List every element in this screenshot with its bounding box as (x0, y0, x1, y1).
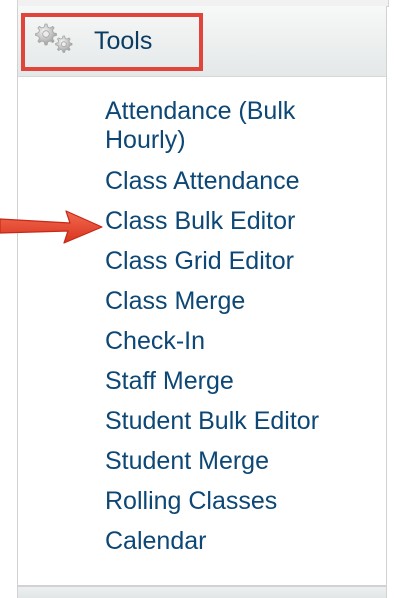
menu-item-class-grid-editor[interactable]: Class Grid Editor (105, 246, 375, 276)
tools-menu-list: Attendance (Bulk Hourly) Class Attendanc… (105, 97, 375, 566)
menu-item-calendar[interactable]: Calendar (105, 526, 375, 556)
red-arrow-icon (0, 210, 103, 244)
menu-item-check-in[interactable]: Check-In (105, 326, 375, 356)
menu-item-student-bulk-editor[interactable]: Student Bulk Editor (105, 406, 375, 436)
menu-item-class-attendance[interactable]: Class Attendance (105, 166, 375, 196)
bottom-panel-edge (17, 586, 387, 598)
tools-panel-header[interactable]: Tools (18, 6, 386, 77)
tools-highlight-box (21, 13, 203, 71)
menu-item-class-merge[interactable]: Class Merge (105, 286, 375, 316)
menu-item-staff-merge[interactable]: Staff Merge (105, 366, 375, 396)
menu-item-rolling-classes[interactable]: Rolling Classes (105, 486, 375, 516)
tools-sidebar-page: Tools Attendance (Bulk Hourly) Class Att… (0, 0, 408, 598)
menu-item-class-bulk-editor[interactable]: Class Bulk Editor (105, 206, 375, 236)
menu-item-student-merge[interactable]: Student Merge (105, 446, 375, 476)
menu-item-attendance-bulk-hourly[interactable]: Attendance (Bulk Hourly) (105, 97, 375, 155)
